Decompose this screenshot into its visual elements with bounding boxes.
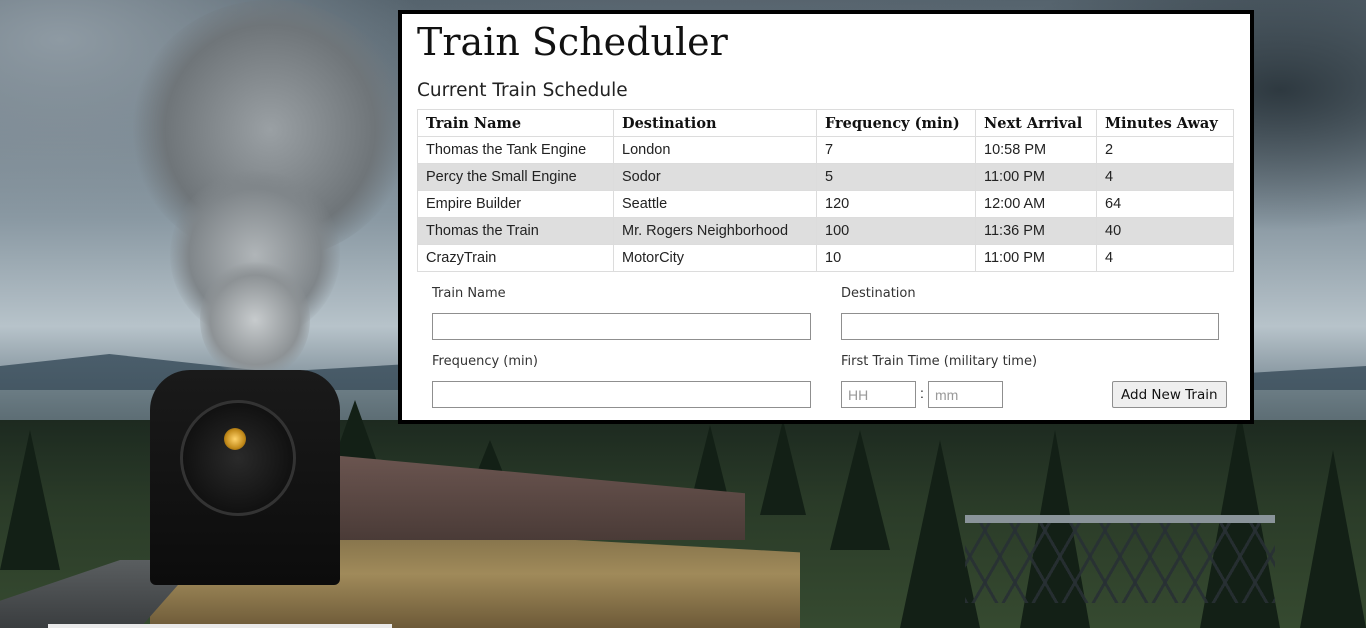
minute-input[interactable] <box>928 381 1003 408</box>
cell-destination: London <box>613 136 817 164</box>
cell-minutes-away: 4 <box>1096 244 1234 272</box>
train-name-input[interactable] <box>432 313 811 340</box>
cell-train-name: Thomas the Train <box>417 217 614 245</box>
header-frequency: Frequency (min) <box>816 109 976 137</box>
cell-next-arrival: 11:00 PM <box>975 163 1097 191</box>
add-new-train-button[interactable]: Add New Train <box>1112 381 1227 408</box>
frequency-label: Frequency (min) <box>432 354 538 369</box>
add-train-form: Train Name Destination Frequency (min) F… <box>417 272 1235 422</box>
cell-minutes-away: 2 <box>1096 136 1234 164</box>
scheduler-panel: Train Scheduler Current Train Schedule T… <box>398 10 1254 424</box>
first-train-time-label: First Train Time (military time) <box>841 354 1038 369</box>
time-separator: : <box>920 385 924 401</box>
destination-label: Destination <box>841 286 916 301</box>
cell-train-name: CrazyTrain <box>417 244 614 272</box>
page-title: Train Scheduler <box>417 20 728 64</box>
schedule-table: Train Name Destination Frequency (min) N… <box>417 109 1234 272</box>
header-destination: Destination <box>613 109 817 137</box>
cell-train-name: Percy the Small Engine <box>417 163 614 191</box>
table-header-row: Train Name Destination Frequency (min) N… <box>417 109 1234 137</box>
header-next-arrival: Next Arrival <box>975 109 1097 137</box>
header-train-name: Train Name <box>417 109 614 137</box>
headlight <box>224 428 246 450</box>
table-row: Percy the Small Engine Sodor 5 11:00 PM … <box>417 163 1234 191</box>
cell-frequency: 120 <box>816 190 976 218</box>
cell-train-name: Empire Builder <box>417 190 614 218</box>
header-minutes-away: Minutes Away <box>1096 109 1234 137</box>
cell-next-arrival: 11:36 PM <box>975 217 1097 245</box>
cell-frequency: 10 <box>816 244 976 272</box>
cell-next-arrival: 12:00 AM <box>975 190 1097 218</box>
schedule-heading: Current Train Schedule <box>417 80 628 101</box>
cell-destination: MotorCity <box>613 244 817 272</box>
cell-next-arrival: 10:58 PM <box>975 136 1097 164</box>
cell-destination: Seattle <box>613 190 817 218</box>
cell-minutes-away: 40 <box>1096 217 1234 245</box>
cell-train-name: Thomas the Tank Engine <box>417 136 614 164</box>
train-name-label: Train Name <box>432 286 506 301</box>
hour-input[interactable] <box>841 381 916 408</box>
cell-frequency: 100 <box>816 217 976 245</box>
smoke-plume <box>200 260 310 380</box>
table-row: Empire Builder Seattle 120 12:00 AM 64 <box>417 190 1234 218</box>
cell-frequency: 7 <box>816 136 976 164</box>
locomotive <box>150 370 340 585</box>
destination-input[interactable] <box>841 313 1219 340</box>
bridge <box>965 515 1275 603</box>
locomotive-boiler-front <box>180 400 296 516</box>
table-row: CrazyTrain MotorCity 10 11:00 PM 4 <box>417 244 1234 272</box>
cell-frequency: 5 <box>816 163 976 191</box>
frequency-input[interactable] <box>432 381 811 408</box>
table-row: Thomas the Train Mr. Rogers Neighborhood… <box>417 217 1234 245</box>
cell-minutes-away: 64 <box>1096 190 1234 218</box>
cell-destination: Sodor <box>613 163 817 191</box>
cell-next-arrival: 11:00 PM <box>975 244 1097 272</box>
cell-destination: Mr. Rogers Neighborhood <box>613 217 817 245</box>
table-row: Thomas the Tank Engine London 7 10:58 PM… <box>417 136 1234 164</box>
scrollbar-track <box>48 624 392 628</box>
cell-minutes-away: 4 <box>1096 163 1234 191</box>
